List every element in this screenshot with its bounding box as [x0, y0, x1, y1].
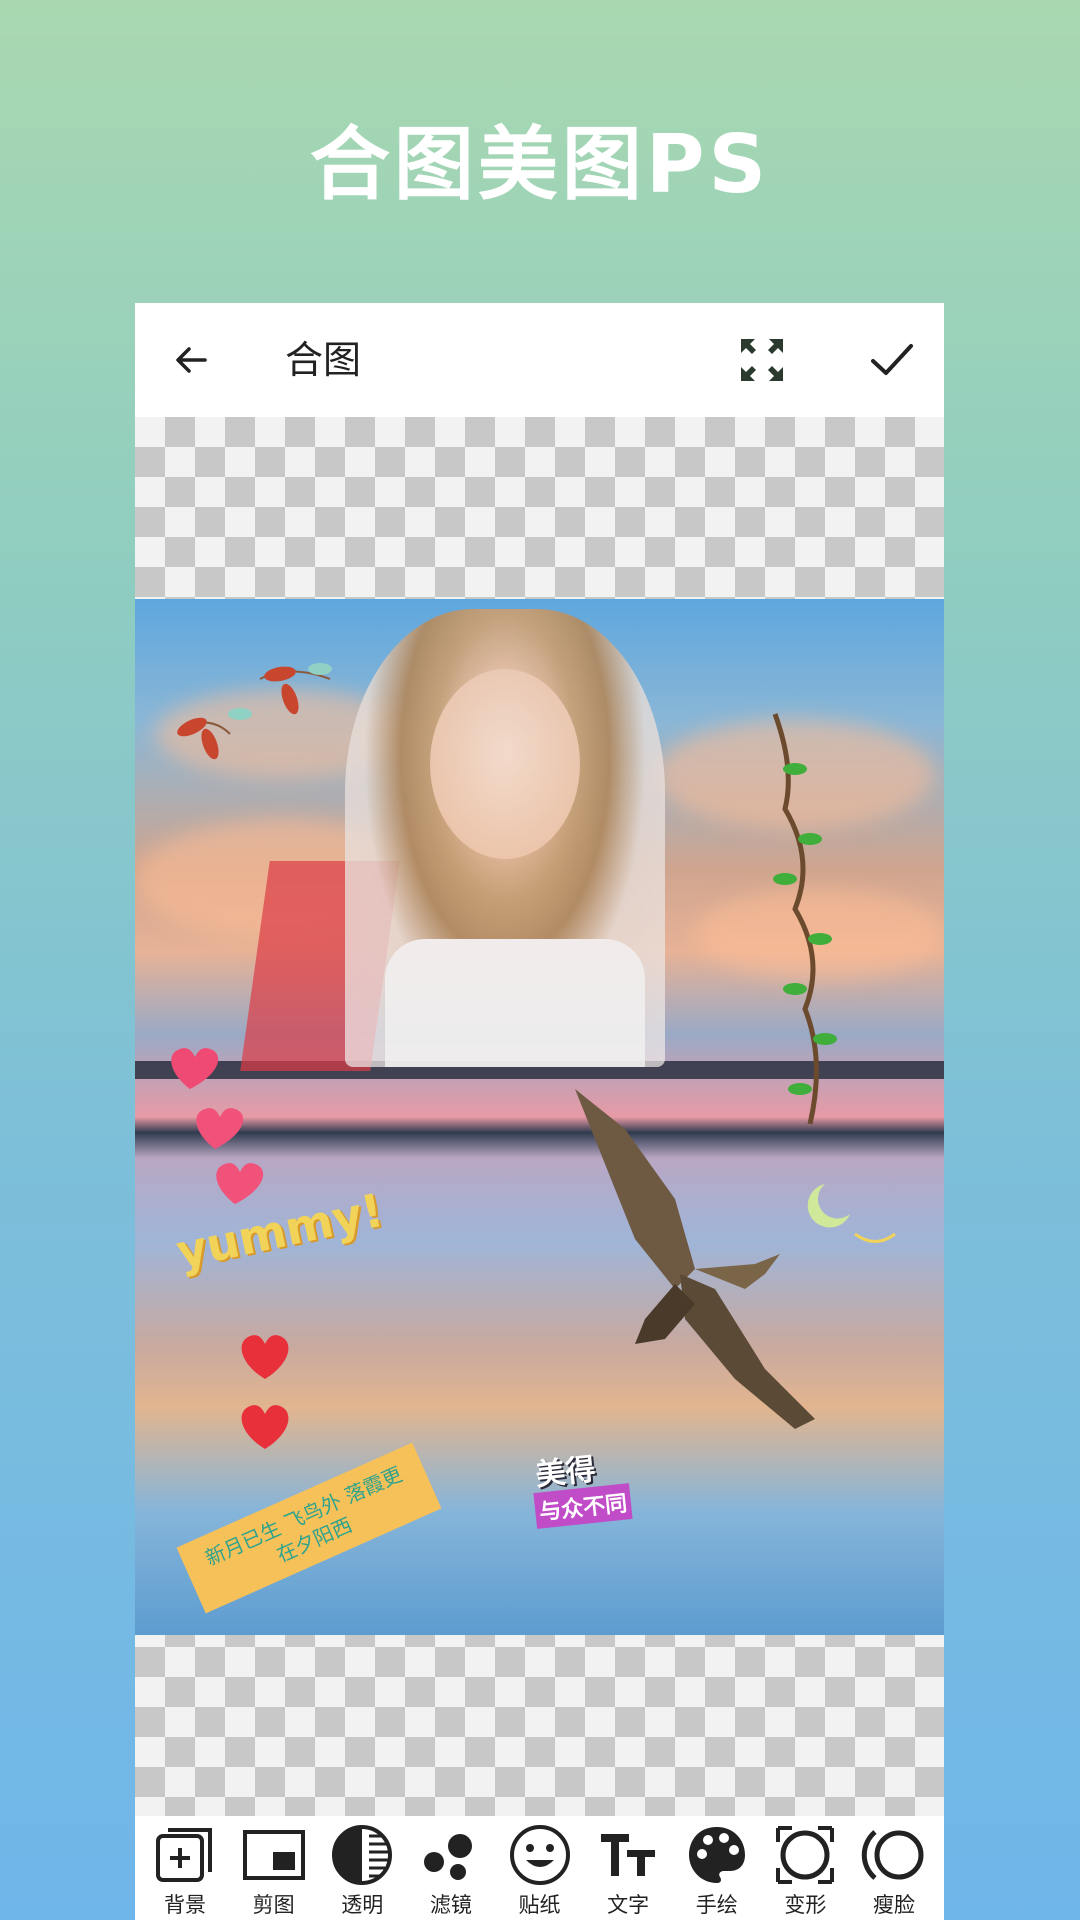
tool-filter[interactable]: 滤镜 — [407, 1816, 495, 1920]
filter-dots-icon — [423, 1834, 472, 1880]
face — [430, 669, 580, 859]
tool-text[interactable]: 文字 — [584, 1816, 672, 1920]
tool-slim-face[interactable]: 瘦脸 — [850, 1816, 938, 1920]
tool-label: 瘦脸 — [873, 1893, 915, 1917]
smiley-sticker-icon — [509, 1825, 570, 1885]
tool-sticker[interactable]: 贴纸 — [496, 1816, 584, 1920]
tool-label: 贴纸 — [518, 1893, 561, 1917]
palette-icon — [688, 1827, 745, 1883]
confirm-button[interactable] — [865, 333, 919, 387]
caption-sticker[interactable]: 新月已生 飞鸟外 落霞更在夕阳西 — [176, 1442, 442, 1614]
app-bar: 合图 — [135, 303, 944, 417]
fullscreen-icon — [741, 339, 783, 381]
tool-draw[interactable]: 手绘 — [673, 1816, 761, 1920]
promo-title: 合图美图PS — [309, 118, 771, 211]
tool-crop[interactable]: 剪图 — [230, 1816, 318, 1920]
tool-transparency[interactable]: 透明 — [318, 1816, 406, 1920]
shirt — [385, 939, 645, 1067]
seagull-sticker[interactable] — [565, 1089, 845, 1489]
phone-screen: 合图 yummy! 美得 与众不同 新月已生 飞鸟外 落霞更在夕阳西 背景 剪图… — [135, 303, 944, 1920]
checkmark-icon — [871, 344, 913, 375]
tool-label: 文字 — [607, 1893, 650, 1917]
heart-stickers-red[interactable] — [230, 1324, 300, 1454]
text-tt-icon — [601, 1834, 656, 1876]
tool-label: 变形 — [784, 1893, 827, 1917]
fullscreen-button[interactable] — [735, 333, 789, 387]
transparency-icon — [332, 1825, 393, 1885]
add-layer-icon — [156, 1828, 212, 1882]
tool-label: 滤镜 — [429, 1893, 472, 1917]
tool-background[interactable]: 背景 — [141, 1816, 229, 1920]
editing-canvas[interactable]: yummy! 美得 与众不同 新月已生 飞鸟外 落霞更在夕阳西 — [135, 417, 944, 1816]
heart-stickers-pink[interactable] — [160, 1039, 280, 1219]
tool-label: 透明 — [341, 1893, 384, 1917]
vine-sticker[interactable] — [755, 709, 855, 1129]
tool-label: 背景 — [164, 1893, 206, 1917]
leaves-sticker[interactable] — [170, 659, 350, 779]
page-title: 合图 — [285, 338, 362, 382]
crop-picture-icon — [242, 1830, 305, 1880]
portrait-layer[interactable] — [345, 609, 665, 1067]
tool-transform[interactable]: 变形 — [761, 1816, 849, 1920]
transform-icon — [776, 1826, 835, 1884]
slim-face-icon — [861, 1830, 924, 1880]
meide-sticker[interactable]: 美得 与众不同 — [533, 1444, 655, 1529]
bottom-toolbar: 背景 剪图 透明 滤镜 贴纸 文字 手绘 变形 瘦脸 — [135, 1816, 944, 1920]
tool-label: 剪图 — [252, 1893, 295, 1917]
back-button[interactable] — [165, 333, 219, 387]
tool-label: 手绘 — [695, 1893, 738, 1917]
composite-photo[interactable]: yummy! 美得 与众不同 新月已生 飞鸟外 落霞更在夕阳西 — [135, 599, 944, 1635]
arrow-left-icon — [176, 347, 207, 373]
